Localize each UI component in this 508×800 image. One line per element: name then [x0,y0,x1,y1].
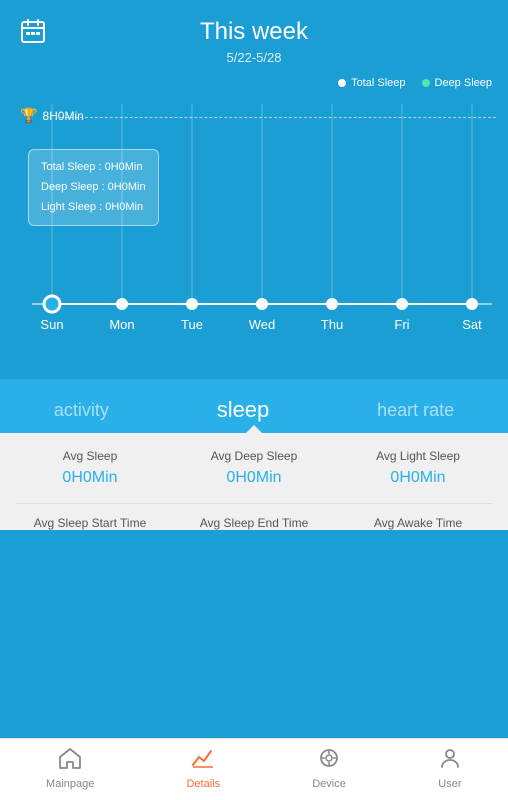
chart-dashed-line [60,117,496,118]
stat-sleep-end: Avg Sleep End Time [172,516,336,530]
svg-text:Thu: Thu [321,317,343,332]
tabs-container: activity sleep heart rate [0,379,508,433]
nav-user[interactable]: User [438,747,462,790]
nav-device-label: Device [312,778,346,790]
stat-avg-sleep-label: Avg Sleep [8,449,172,463]
nav-details-label: Details [186,778,220,790]
stat-awake-label: Avg Awake Time [336,516,500,530]
nav-device[interactable]: Device [312,747,346,790]
stat-avg-light-label: Avg Light Sleep [336,449,500,463]
date-range: 5/22-5/28 [0,50,508,65]
tooltip-total-sleep: Total Sleep : 0H0Min [41,158,146,178]
stat-sleep-start-label: Avg Sleep Start Time [8,516,172,530]
legend-deep-sleep: Deep Sleep [422,77,493,89]
svg-text:Fri: Fri [394,317,409,332]
svg-text:Sun: Sun [40,317,63,332]
tab-activity[interactable]: activity [34,396,129,425]
stat-avg-light-value: 0H0Min [336,469,500,487]
svg-text:Wed: Wed [249,317,276,332]
stat-avg-deep-sleep: Avg Deep Sleep 0H0Min [172,449,336,487]
legend-dot-total [338,79,346,87]
chart-container: 🏆 8H0Min Sun Mon Tue Wed Thu Fri Sat [0,89,508,379]
legend-label-deep: Deep Sleep [435,77,493,89]
calendar-icon[interactable] [20,18,46,50]
stat-sleep-end-label: Avg Sleep End Time [172,516,336,530]
chart-y-label: 🏆 8H0Min [20,107,84,124]
page-title: This week [0,18,508,46]
nav-user-label: User [438,778,461,790]
trophy-icon: 🏆 [20,107,37,124]
tab-sleep[interactable]: sleep [197,393,290,427]
legend-dot-deep [422,79,430,87]
stats-section: Avg Sleep 0H0Min Avg Deep Sleep 0H0Min A… [0,433,508,530]
bottom-nav: Mainpage Details Device [0,738,508,800]
svg-text:Mon: Mon [109,317,134,332]
tab-indicator [246,425,262,433]
chart-legend: Total Sleep Deep Sleep [0,73,508,89]
stat-awake: Avg Awake Time [336,516,500,530]
chart-tooltip: Total Sleep : 0H0Min Deep Sleep : 0H0Min… [28,149,159,226]
stat-avg-deep-label: Avg Deep Sleep [172,449,336,463]
home-icon [58,747,82,775]
user-icon [438,747,462,775]
stat-avg-sleep: Avg Sleep 0H0Min [8,449,172,487]
stat-avg-light-sleep: Avg Light Sleep 0H0Min [336,449,500,487]
stat-sleep-start: Avg Sleep Start Time [8,516,172,530]
legend-total-sleep: Total Sleep [338,77,405,89]
device-icon [317,747,341,775]
header: This week 5/22-5/28 [0,0,508,73]
legend-label-total: Total Sleep [351,77,405,89]
nav-mainpage[interactable]: Mainpage [46,747,94,790]
stat-avg-sleep-value: 0H0Min [8,469,172,487]
tooltip-deep-sleep: Deep Sleep : 0H0Min [41,178,146,198]
details-icon [191,747,215,775]
svg-text:Tue: Tue [181,317,203,332]
nav-mainpage-label: Mainpage [46,778,94,790]
stat-avg-deep-value: 0H0Min [172,469,336,487]
stats-row-2: Avg Sleep Start Time Avg Sleep End Time … [0,504,508,530]
svg-text:Sat: Sat [462,317,482,332]
tab-heart-rate[interactable]: heart rate [357,396,474,425]
tooltip-light-sleep: Light Sleep : 0H0Min [41,198,146,218]
stats-row-1: Avg Sleep 0H0Min Avg Deep Sleep 0H0Min A… [0,449,508,503]
nav-details[interactable]: Details [186,747,220,790]
